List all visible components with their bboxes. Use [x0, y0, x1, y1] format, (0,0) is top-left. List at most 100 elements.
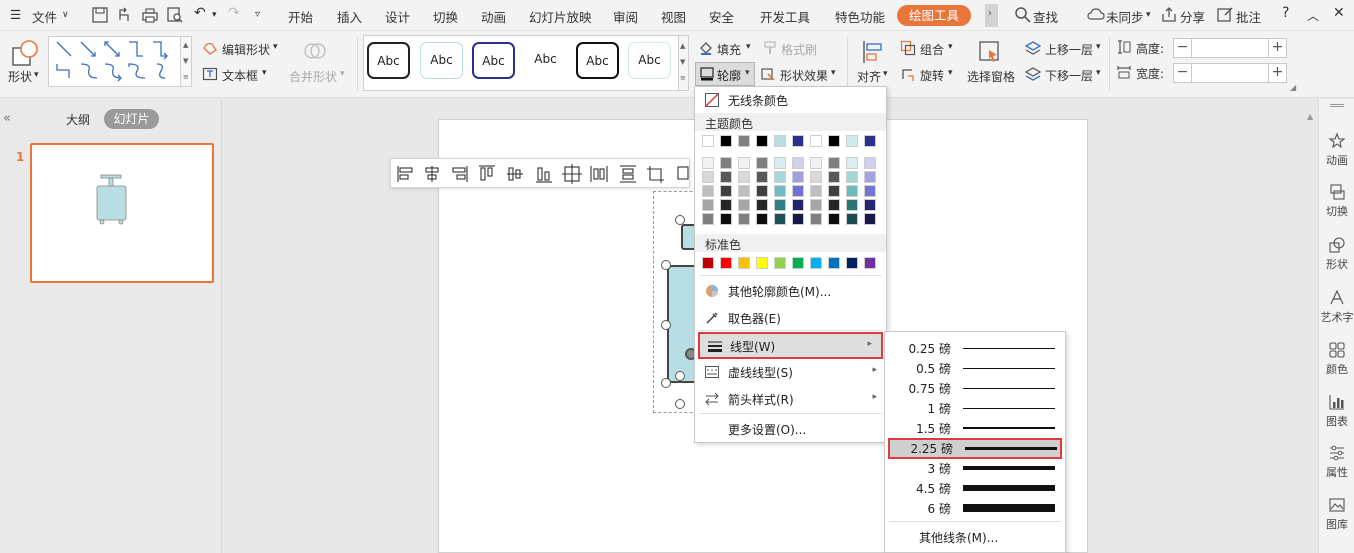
- edit-shape-icon[interactable]: [202, 40, 218, 56]
- collapse-ribbon-icon[interactable]: ︿: [1307, 7, 1319, 24]
- theme-shade-swatch[interactable]: [738, 171, 750, 183]
- shape-effect-icon[interactable]: [760, 66, 776, 82]
- panel-wordart[interactable]: 艺术字: [1319, 289, 1354, 325]
- sync-dropdown-icon[interactable]: ▾: [1146, 10, 1151, 20]
- tab-developer[interactable]: 开发工具: [760, 7, 810, 26]
- tab-review[interactable]: 审阅: [613, 7, 638, 26]
- print-icon[interactable]: [141, 6, 159, 24]
- height-increment-button[interactable]: +: [1268, 39, 1286, 57]
- theme-shade-swatch[interactable]: [702, 157, 714, 169]
- line-weight-item[interactable]: 1.5 磅: [885, 418, 1065, 438]
- theme-shade-swatch[interactable]: [756, 171, 768, 183]
- dash-style-item[interactable]: 虚线线型(S) ▸: [695, 359, 886, 385]
- chevron-down-icon[interactable]: ∨: [62, 10, 69, 20]
- textbox-icon[interactable]: [202, 66, 218, 82]
- theme-shade-swatch[interactable]: [720, 199, 732, 211]
- align-middle-icon[interactable]: [507, 167, 523, 181]
- theme-shade-swatch[interactable]: [792, 157, 804, 169]
- line-weight-item[interactable]: 1 磅: [885, 398, 1065, 418]
- shape-style-6[interactable]: Abc: [628, 42, 671, 79]
- selection-pane-icon[interactable]: [977, 39, 1003, 65]
- shape-style-1[interactable]: Abc: [367, 42, 410, 79]
- theme-shade-swatch[interactable]: [738, 157, 750, 169]
- standard-color-swatch[interactable]: [864, 257, 876, 269]
- bring-forward-icon[interactable]: [1024, 40, 1042, 56]
- more-outline-colors-item[interactable]: 其他轮廓颜色(M)...: [695, 278, 886, 304]
- theme-shade-swatch[interactable]: [792, 171, 804, 183]
- theme-shade-swatch[interactable]: [864, 171, 876, 183]
- align-center-icon[interactable]: [425, 166, 439, 182]
- fill-bucket-icon[interactable]: [698, 40, 714, 56]
- tab-slideshow[interactable]: 幻灯片放映: [529, 7, 592, 26]
- tab-animation[interactable]: 动画: [481, 7, 506, 26]
- theme-shade-swatch[interactable]: [756, 185, 768, 197]
- theme-shade-swatch[interactable]: [774, 171, 786, 183]
- tab-insert[interactable]: 插入: [337, 7, 362, 26]
- theme-shade-swatch[interactable]: [792, 185, 804, 197]
- height-decrement-button[interactable]: −: [1174, 39, 1192, 57]
- hamburger-icon[interactable]: ☰: [10, 7, 21, 22]
- search-icon[interactable]: [1014, 6, 1032, 24]
- panel-properties[interactable]: 属性: [1319, 444, 1354, 480]
- align-dropdown-icon[interactable]: ▾: [883, 69, 888, 79]
- theme-shade-swatch[interactable]: [720, 185, 732, 197]
- bring-forward-dropdown-icon[interactable]: ▾: [1096, 42, 1101, 52]
- comment-button[interactable]: 批注: [1236, 7, 1261, 26]
- size-dialog-launcher-icon[interactable]: ◢: [1290, 83, 1296, 92]
- shape-effect-dropdown-icon[interactable]: ▾: [831, 68, 836, 78]
- edit-shape-button[interactable]: 编辑形状: [222, 41, 270, 58]
- line-weight-item[interactable]: 0.75 磅: [885, 378, 1065, 398]
- resize-handle[interactable]: [675, 215, 685, 225]
- panel-gallery[interactable]: 图库: [1319, 496, 1354, 532]
- panel-shape[interactable]: 形状: [1319, 236, 1354, 272]
- group-button[interactable]: 组合: [920, 41, 944, 58]
- send-backward-icon[interactable]: [1024, 66, 1042, 82]
- close-icon[interactable]: ✕: [1333, 5, 1345, 21]
- panel-transition[interactable]: 切换: [1319, 183, 1354, 219]
- more-settings-item[interactable]: 更多设置(O)...: [695, 416, 886, 442]
- width-increment-button[interactable]: +: [1268, 64, 1286, 82]
- theme-color-swatch[interactable]: [738, 135, 750, 147]
- rotate-icon[interactable]: [900, 66, 916, 82]
- theme-shade-swatch[interactable]: [864, 185, 876, 197]
- theme-shade-swatch[interactable]: [864, 199, 876, 211]
- theme-color-swatch[interactable]: [702, 135, 714, 147]
- tab-view[interactable]: 视图: [661, 7, 686, 26]
- theme-shade-swatch[interactable]: [828, 185, 840, 197]
- share-icon[interactable]: [1160, 6, 1178, 24]
- standard-color-swatch[interactable]: [702, 257, 714, 269]
- shape-style-3[interactable]: Abc: [472, 42, 515, 79]
- theme-shade-swatch[interactable]: [720, 157, 732, 169]
- save-icon[interactable]: [91, 6, 109, 24]
- help-button[interactable]: ?: [1282, 5, 1289, 21]
- tab-scroll-right[interactable]: ›: [985, 4, 998, 27]
- width-decrement-button[interactable]: −: [1174, 64, 1192, 82]
- panel-color[interactable]: 颜色: [1319, 341, 1354, 377]
- theme-color-swatch[interactable]: [756, 135, 768, 147]
- theme-color-swatch[interactable]: [720, 135, 732, 147]
- theme-shade-swatch[interactable]: [810, 157, 822, 169]
- bring-forward-button[interactable]: 上移一层: [1045, 41, 1093, 58]
- tab-home[interactable]: 开始: [288, 7, 313, 26]
- arrow-style-item[interactable]: 箭头样式(R) ▸: [695, 386, 886, 412]
- distribute-horizontal-icon[interactable]: [590, 166, 608, 182]
- theme-shade-swatch[interactable]: [774, 157, 786, 169]
- style-gallery-scroll[interactable]: ▲ ▼ ≡: [679, 35, 689, 91]
- tab-design[interactable]: 设计: [385, 7, 410, 26]
- align-left-icon[interactable]: [397, 166, 413, 182]
- send-backward-button[interactable]: 下移一层: [1045, 67, 1093, 84]
- theme-shade-swatch[interactable]: [846, 171, 858, 183]
- textbox-button[interactable]: 文本框: [222, 67, 258, 84]
- resize-handle[interactable]: [661, 320, 671, 330]
- theme-shade-swatch[interactable]: [864, 213, 876, 225]
- slide-thumbnail[interactable]: [30, 143, 214, 283]
- scroll-up-icon[interactable]: ▲: [1307, 112, 1317, 122]
- panel-menu-icon[interactable]: [1330, 104, 1344, 107]
- shape-dropdown-icon[interactable]: ▾: [34, 70, 39, 80]
- align-page-center-icon[interactable]: [562, 164, 582, 184]
- theme-color-swatch[interactable]: [792, 135, 804, 147]
- undo-icon[interactable]: ↶: [194, 5, 206, 21]
- standard-color-swatch[interactable]: [738, 257, 750, 269]
- line-weight-item[interactable]: 4.5 磅: [885, 478, 1065, 498]
- outline-button[interactable]: 轮廓 ▾: [695, 62, 755, 86]
